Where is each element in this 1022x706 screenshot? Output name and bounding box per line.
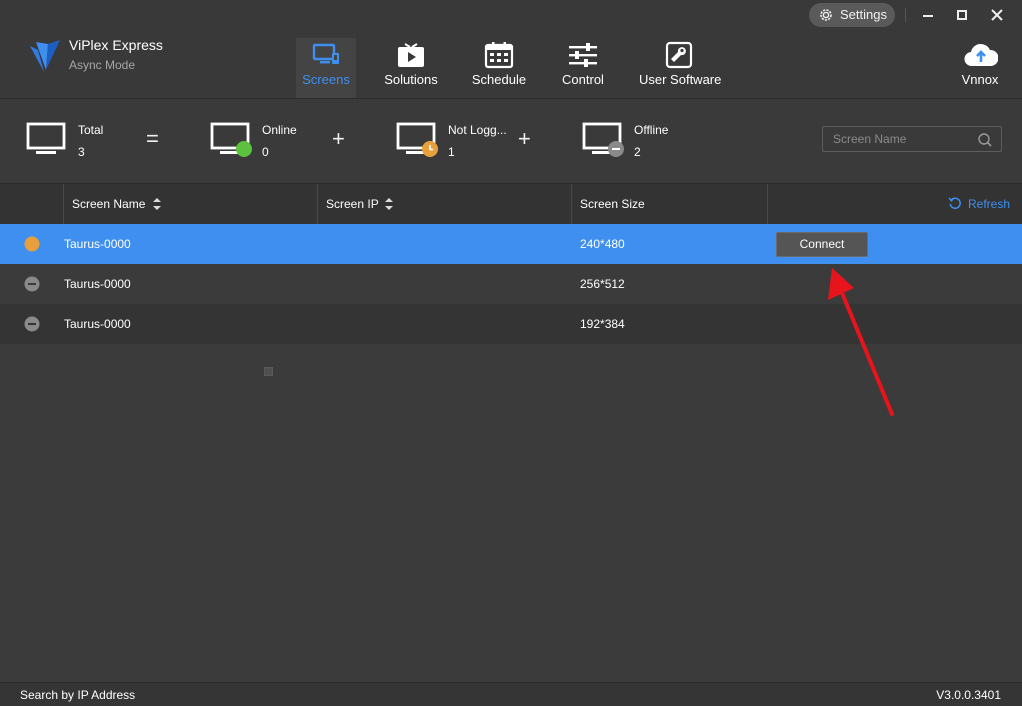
vnnox-button[interactable]: Vnnox (958, 42, 1002, 88)
column-screen-name[interactable]: Screen Name (63, 184, 317, 225)
status-bar: Search by IP Address V3.0.0.3401 (0, 682, 1022, 706)
stat-offline: Offline 2 (582, 121, 682, 165)
status-not-logged-icon (24, 236, 40, 252)
monitor-offline-icon (582, 122, 624, 157)
column-screen-size-label: Screen Size (580, 197, 645, 211)
sliders-icon (569, 43, 597, 67)
table-row[interactable]: Taurus-0000 240*480 Connect (0, 224, 1022, 264)
monitor-online-icon (210, 122, 252, 157)
tab-screens-label: Screens (302, 72, 350, 87)
settings-button[interactable]: Settings (809, 3, 895, 27)
plus-sign: + (332, 126, 345, 151)
stat-online-label: Online (262, 123, 297, 137)
screen-search (822, 126, 1002, 152)
stat-offline-label: Offline (634, 123, 669, 137)
cell-screen-size: 192*384 (580, 317, 625, 331)
close-icon[interactable] (987, 6, 1007, 24)
column-screen-size: Screen Size (571, 184, 767, 225)
connect-button[interactable]: Connect (776, 232, 868, 257)
stat-total: Total 3 (26, 121, 126, 165)
stat-not-logged-label: Not Logg... (448, 123, 507, 137)
search-icon[interactable] (977, 132, 993, 148)
stat-online-value: 0 (262, 145, 269, 159)
maximize-icon[interactable] (952, 6, 972, 24)
stat-not-logged: Not Logg... 1 (396, 121, 516, 165)
column-screen-ip[interactable]: Screen IP (317, 184, 571, 225)
sort-icon[interactable] (384, 197, 394, 211)
gear-icon (820, 9, 832, 21)
cloud-upload-icon (964, 43, 998, 67)
version-label: V3.0.0.3401 (936, 688, 1001, 702)
monitor-icon (26, 122, 66, 154)
minimize-icon[interactable] (918, 6, 938, 24)
calendar-icon (484, 42, 514, 69)
app-mode: Async Mode (69, 58, 136, 72)
annotation-arrow-icon (828, 268, 894, 416)
tab-schedule[interactable]: Schedule (469, 38, 529, 98)
stat-total-label: Total (78, 123, 104, 137)
cell-screen-name: Taurus-0000 (64, 277, 131, 291)
screen-search-input[interactable] (823, 127, 973, 151)
cell-screen-size: 240*480 (580, 237, 625, 251)
tab-solutions-label: Solutions (384, 72, 438, 87)
status-offline-icon (24, 276, 40, 292)
cell-screen-name: Taurus-0000 (64, 317, 131, 331)
tab-user-software-label: User Software (639, 72, 722, 87)
app-title: ViPlex Express (69, 37, 163, 53)
stat-not-logged-value: 1 (448, 145, 455, 159)
cell-screen-name: Taurus-0000 (64, 237, 131, 251)
play-icon (398, 43, 424, 67)
settings-label: Settings (840, 7, 887, 22)
column-screen-name-label: Screen Name (72, 197, 146, 211)
tab-schedule-label: Schedule (471, 72, 527, 87)
brand: ViPlex Express Async Mode (26, 36, 226, 76)
table-header: Screen Name Screen IP Screen Size (0, 183, 1022, 225)
vnnox-label: Vnnox (961, 72, 999, 87)
refresh-icon (948, 197, 961, 210)
tab-control-label: Control (562, 72, 604, 87)
titlebar-divider (905, 8, 906, 22)
viplex-logo-icon (30, 40, 60, 72)
search-by-ip-link[interactable]: Search by IP Address (20, 688, 135, 702)
monitor-not-logged-icon (396, 122, 438, 157)
cell-screen-size: 256*512 (580, 277, 625, 291)
tab-control[interactable]: Control (553, 38, 613, 98)
stat-offline-value: 2 (634, 145, 641, 159)
stat-online: Online 0 (210, 121, 310, 165)
stat-total-value: 3 (78, 145, 85, 159)
tab-solutions[interactable]: Solutions (381, 38, 441, 98)
status-offline-icon (24, 316, 40, 332)
sort-icon[interactable] (152, 197, 162, 211)
refresh-label: Refresh (968, 197, 1011, 211)
header: ViPlex Express Async Mode Screens Soluti… (0, 0, 1022, 99)
screens-icon (312, 43, 339, 64)
column-screen-ip-label: Screen IP (326, 197, 379, 211)
app-window: ViPlex Express Async Mode Screens Soluti… (0, 0, 1022, 706)
tab-user-software[interactable]: User Software (639, 38, 722, 98)
resize-handle (264, 367, 273, 376)
plus-sign-2: + (518, 126, 531, 151)
wrench-icon (665, 41, 693, 69)
equals-sign: = (146, 126, 159, 151)
screen-summary: Total 3 = Online 0 + Not Logg... 1 + Off… (0, 99, 1022, 183)
tab-screens[interactable]: Screens (296, 38, 356, 98)
